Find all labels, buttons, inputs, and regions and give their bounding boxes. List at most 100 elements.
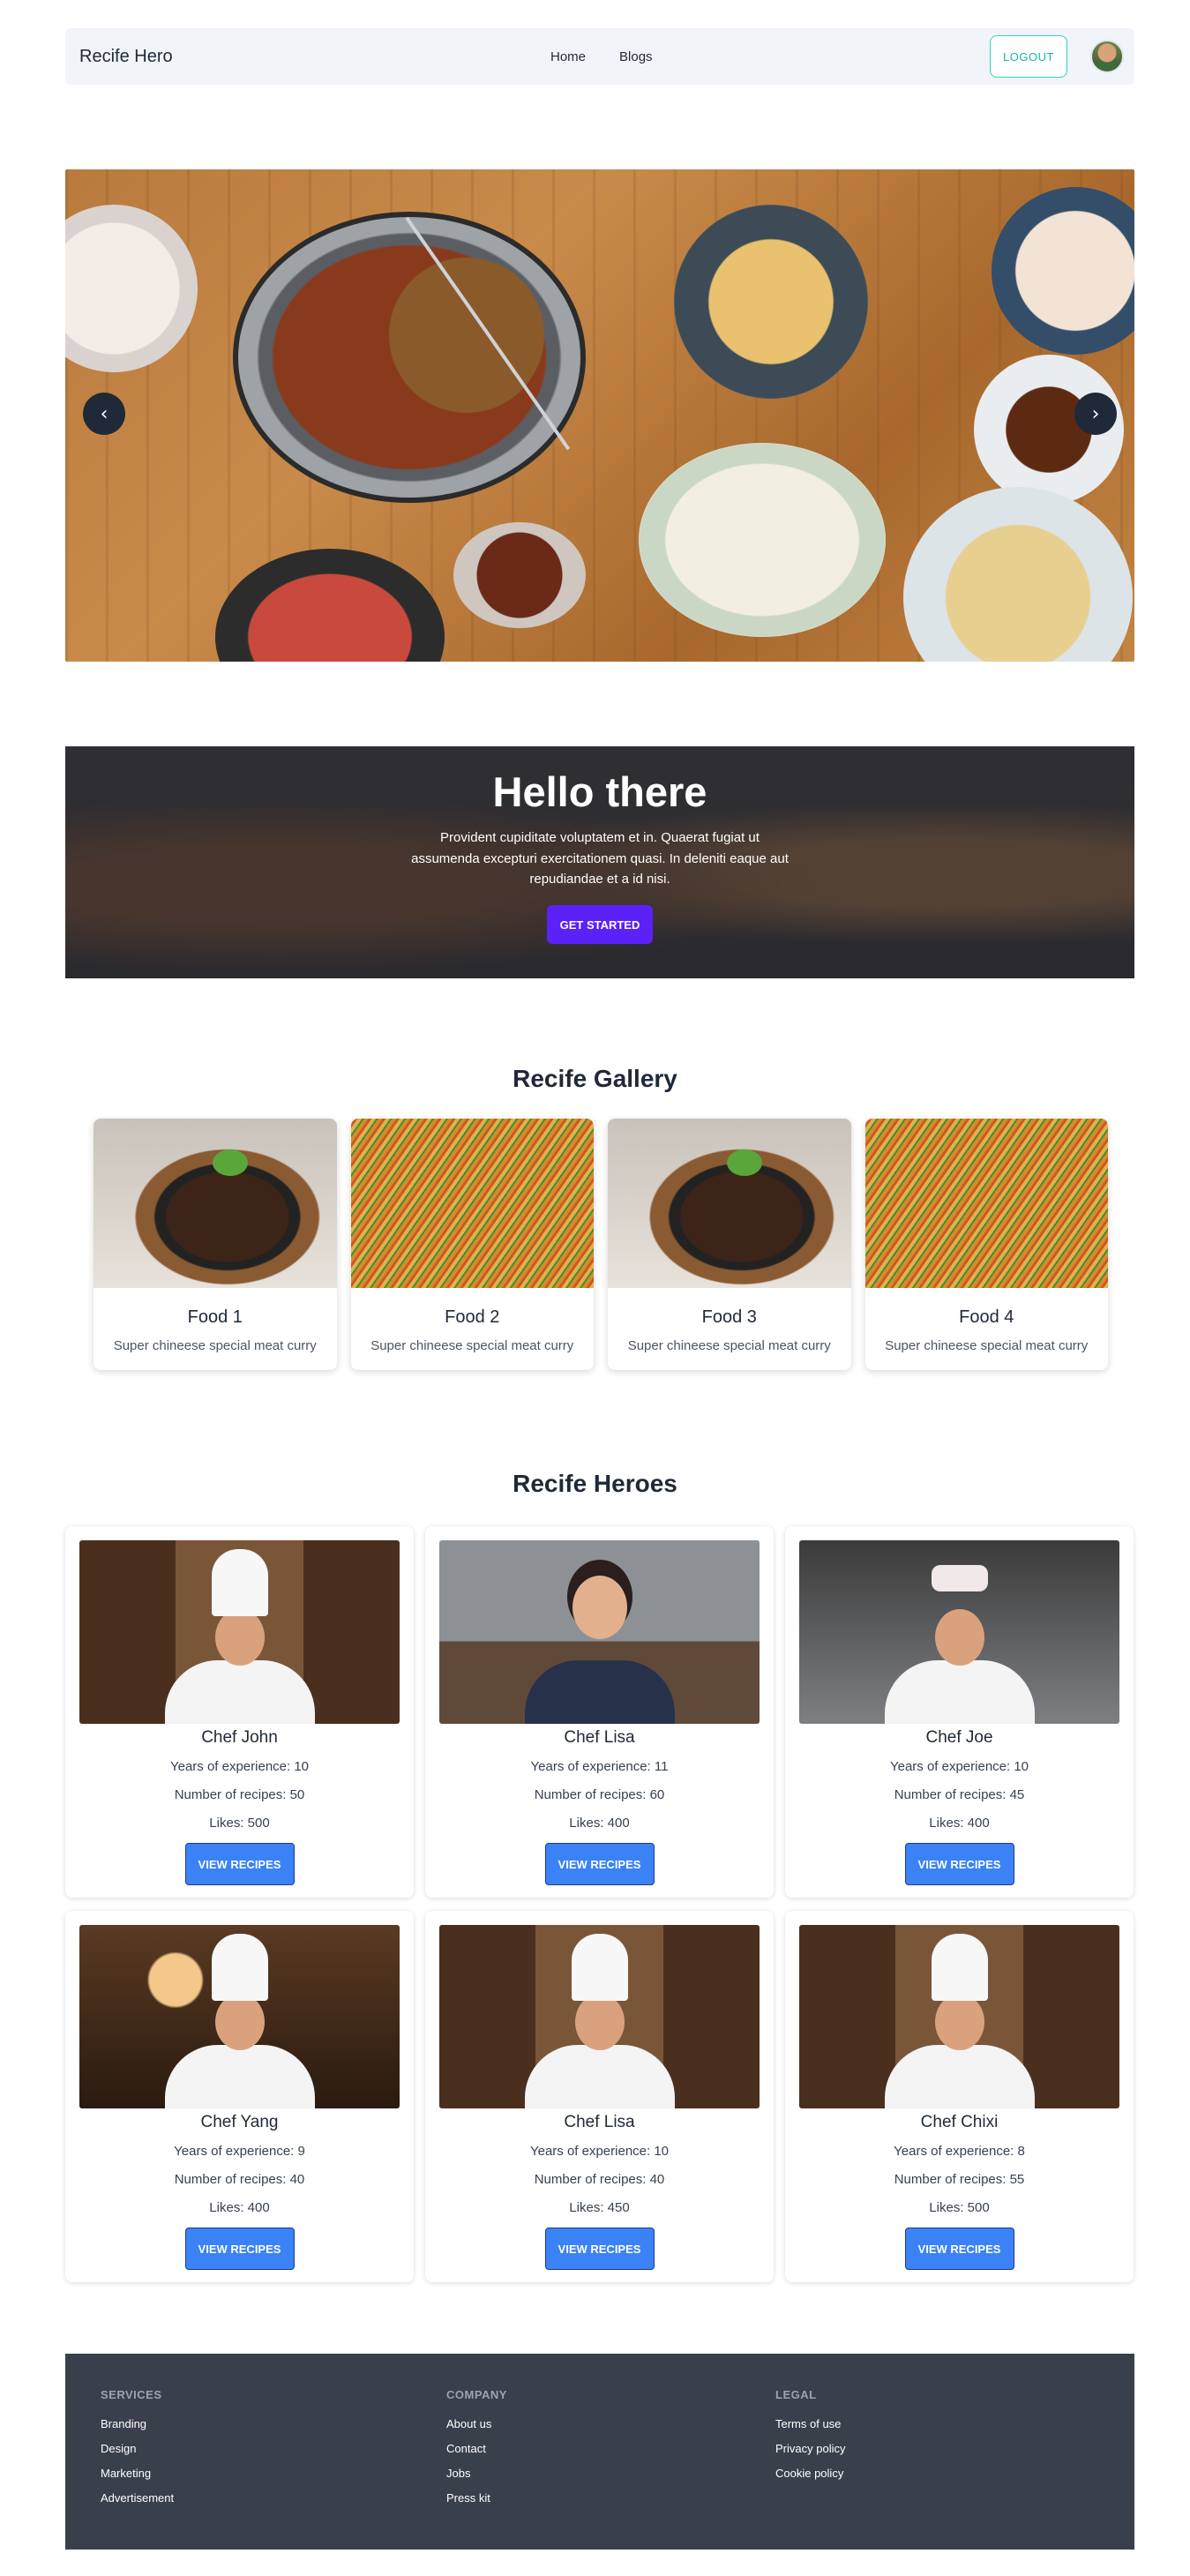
carousel-prev-button[interactable]: ‹ [83, 393, 125, 435]
hero-banner: Hello there Provident cupiditate volupta… [65, 746, 1134, 978]
footer-link-about[interactable]: About us [446, 2417, 507, 2430]
view-recipes-button[interactable]: VIEW RECIPES [184, 1843, 295, 1885]
chef-card: Chef Yang Years of experience: 9 Number … [65, 1911, 414, 2282]
carousel-image-vegetable-plate [639, 443, 886, 637]
food-image [350, 1119, 594, 1288]
footer-link-terms[interactable]: Terms of use [775, 2417, 845, 2430]
chef-name: Chef Yang [200, 2113, 279, 2131]
food-card[interactable]: Food 3 Super chineese special meat curry [608, 1119, 851, 1370]
nav-link-home[interactable]: Home [550, 49, 586, 64]
food-image [94, 1119, 337, 1288]
chef-experience: Years of experience: 10 [889, 1759, 1029, 1774]
food-name: Food 2 [445, 1307, 500, 1327]
chef-grid: Chef John Years of experience: 10 Number… [65, 1526, 1134, 2282]
food-description: Super chineese special meat curry [113, 1338, 317, 1353]
food-description: Super chineese special meat curry [370, 1338, 574, 1353]
chef-recipes: Number of recipes: 50 [174, 1787, 305, 1802]
logout-button[interactable]: LOGOUT [990, 35, 1067, 78]
view-recipes-button[interactable]: VIEW RECIPES [904, 2228, 1014, 2270]
food-name: Food 1 [187, 1307, 243, 1327]
hero-text: Provident cupiditate voluptatem et in. Q… [411, 830, 789, 887]
chef-photo [79, 1925, 400, 2108]
chef-name: Chef Joe [925, 1728, 993, 1747]
footer-company-title: COMPANY [446, 2388, 507, 2401]
user-avatar[interactable] [1090, 40, 1124, 73]
carousel-image-tofu-plate [674, 205, 868, 399]
chef-recipes: Number of recipes: 45 [894, 1787, 1025, 1802]
chef-recipes: Number of recipes: 60 [534, 1787, 665, 1802]
chef-name: Chef Chixi [920, 2113, 999, 2131]
chef-likes: Likes: 450 [569, 2200, 630, 2215]
food-card[interactable]: Food 2 Super chineese special meat curry [350, 1119, 594, 1370]
food-description: Super chineese special meat curry [885, 1338, 1089, 1353]
chef-experience: Years of experience: 9 [174, 2144, 305, 2159]
footer-services: SERVICES Branding Design Marketing Adver… [101, 2388, 174, 2516]
footer-link-jobs[interactable]: Jobs [446, 2467, 507, 2480]
chef-experience: Years of experience: 10 [169, 1759, 310, 1774]
view-recipes-button[interactable]: VIEW RECIPES [544, 2228, 655, 2270]
view-recipes-button[interactable]: VIEW RECIPES [904, 1843, 1014, 1885]
footer-link-advertisement[interactable]: Advertisement [101, 2491, 174, 2505]
footer-link-privacy[interactable]: Privacy policy [775, 2442, 845, 2455]
brand-logo-text[interactable]: Recife Hero [79, 47, 173, 67]
view-recipes-button[interactable]: VIEW RECIPES [184, 2228, 295, 2270]
food-name: Food 3 [701, 1307, 757, 1327]
food-card[interactable]: Food 4 Super chineese special meat curry [864, 1119, 1108, 1370]
chef-recipes: Number of recipes: 55 [894, 2172, 1025, 2187]
chef-likes: Likes: 500 [209, 1816, 270, 1831]
footer-company: COMPANY About us Contact Jobs Press kit [446, 2388, 507, 2516]
chef-likes: Likes: 400 [209, 2200, 270, 2215]
food-card[interactable]: Food 1 Super chineese special meat curry [94, 1119, 337, 1370]
chef-card: Chef Joe Years of experience: 10 Number … [785, 1526, 1134, 1898]
get-started-button[interactable]: GET STARTED [547, 905, 653, 945]
chef-photo [79, 1540, 400, 1724]
chef-recipes: Number of recipes: 40 [534, 2172, 665, 2187]
hero-content: Hello there Provident cupiditate volupta… [65, 746, 1134, 978]
chef-card: Chef Lisa Years of experience: 10 Number… [425, 1911, 774, 2282]
footer-link-cookie[interactable]: Cookie policy [775, 2467, 845, 2480]
hero-title: Hello there [492, 768, 707, 815]
footer-link-press-kit[interactable]: Press kit [446, 2491, 507, 2505]
footer-services-title: SERVICES [101, 2388, 162, 2401]
footer-link-design[interactable]: Design [101, 2442, 174, 2455]
nav-links: Home Blogs [550, 28, 653, 85]
footer-link-branding[interactable]: Branding [101, 2417, 174, 2430]
chef-likes: Likes: 500 [929, 2200, 990, 2215]
chef-card: Chef Chixi Years of experience: 8 Number… [785, 1911, 1134, 2282]
chef-likes: Likes: 400 [569, 1816, 630, 1831]
chef-card: Chef John Years of experience: 10 Number… [65, 1526, 414, 1898]
view-recipes-button[interactable]: VIEW RECIPES [544, 1843, 655, 1885]
chef-photo [439, 1925, 760, 2108]
chef-photo [799, 1540, 1119, 1724]
chevron-right-icon: › [1091, 402, 1100, 425]
gallery-title: Recife Gallery [513, 1065, 677, 1092]
chef-likes: Likes: 400 [929, 1816, 990, 1831]
chef-photo [799, 1925, 1119, 2108]
navbar: Recife Hero Home Blogs LOGOUT [65, 28, 1134, 85]
chef-name: Chef John [201, 1728, 278, 1747]
food-description: Super chineese special meat curry [627, 1338, 831, 1353]
chef-experience: Years of experience: 11 [530, 1759, 669, 1774]
chevron-left-icon: ‹ [100, 402, 109, 425]
footer-link-contact[interactable]: Contact [446, 2442, 507, 2455]
hero-carousel: ‹ › [65, 169, 1134, 662]
chef-experience: Years of experience: 8 [894, 2144, 1025, 2159]
carousel-image-broth [383, 238, 550, 432]
footer: SERVICES Branding Design Marketing Adver… [65, 2354, 1134, 2550]
chef-experience: Years of experience: 10 [529, 2144, 670, 2159]
chef-photo [439, 1540, 760, 1724]
footer-link-marketing[interactable]: Marketing [101, 2467, 174, 2480]
food-image [864, 1119, 1108, 1288]
heroes-title: Recife Heroes [513, 1470, 677, 1497]
food-name: Food 4 [959, 1307, 1014, 1327]
food-image [608, 1119, 851, 1288]
footer-legal-title: LEGAL [775, 2388, 817, 2401]
chef-recipes: Number of recipes: 40 [174, 2172, 305, 2187]
carousel-image-small-bowl [453, 522, 586, 628]
chef-name: Chef Lisa [564, 1728, 635, 1747]
chef-card: Chef Lisa Years of experience: 11 Number… [425, 1526, 774, 1898]
nav-link-blogs[interactable]: Blogs [619, 49, 653, 64]
footer-legal: LEGAL Terms of use Privacy policy Cookie… [775, 2388, 845, 2491]
gallery-grid: Food 1 Super chineese special meat curry… [94, 1119, 1108, 1371]
carousel-next-button[interactable]: › [1074, 393, 1117, 435]
